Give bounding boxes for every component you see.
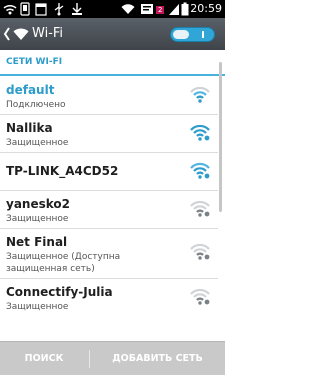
- network-status: Защищенное (Доступна: [6, 252, 121, 262]
- wifi-signal-secured-icon: [190, 124, 210, 141]
- network-status-line2: защищенная сеть): [6, 264, 95, 274]
- wifi-signal-secured-icon: [190, 162, 210, 179]
- toggle-on-indicator: [202, 31, 204, 38]
- notification-badge: 2: [156, 6, 165, 14]
- phone-icon: [20, 2, 30, 16]
- section-header: СЕТИ WI-FI: [0, 50, 225, 76]
- status-bar: 2 20:59: [0, 0, 225, 18]
- cellular-signal-icon: [169, 4, 179, 15]
- network-row-net-final[interactable]: Net Final Защищенное (Доступна защищенна…: [0, 228, 218, 279]
- network-status: Защищенное: [6, 302, 69, 312]
- battery-icon: [181, 2, 189, 16]
- network-name: Nallika: [6, 121, 53, 135]
- wifi-signal-secured-icon: [190, 200, 210, 217]
- network-row-nallika[interactable]: Nallika Защищенное: [0, 114, 218, 153]
- calendar-icon: [35, 3, 47, 16]
- wifi-settings-icon: [13, 28, 29, 40]
- download-icon: [72, 3, 82, 15]
- page-title: Wi-Fi: [32, 26, 64, 41]
- network-name: TP-LINK_A4CD52: [6, 164, 119, 178]
- network-row-tp-link[interactable]: TP-LINK_A4CD52: [0, 152, 218, 191]
- network-status: Подключено: [6, 100, 66, 110]
- back-chevron-icon[interactable]: [3, 26, 11, 42]
- add-network-button[interactable]: ДОБАВИТЬ СЕТЬ: [90, 342, 225, 375]
- network-status: Защищенное: [6, 138, 69, 148]
- message-icon: [141, 4, 153, 14]
- wifi-signal-secured-icon: [190, 243, 210, 260]
- search-button[interactable]: ПОИСК: [0, 342, 88, 375]
- network-name: Connectify-Julia: [6, 285, 113, 299]
- usb-icon: [54, 3, 64, 16]
- clock: 20:59: [190, 2, 222, 15]
- bottom-bar: ПОИСК ДОБАВИТЬ СЕТЬ: [0, 341, 225, 375]
- wifi-signal-secured-icon: [190, 288, 210, 305]
- section-title: СЕТИ WI-FI: [6, 57, 63, 67]
- network-name: yanesko2: [6, 197, 70, 211]
- wifi-icon: [121, 4, 135, 14]
- wifi-signal-icon: [3, 4, 17, 15]
- network-row-connectify-julia[interactable]: Connectify-Julia Защищенное: [0, 278, 218, 316]
- network-name: Net Final: [6, 235, 68, 249]
- scrollbar[interactable]: [219, 62, 222, 212]
- toggle-knob: [173, 30, 189, 39]
- network-row-default[interactable]: default Подключено: [0, 76, 218, 115]
- network-name: default: [6, 83, 55, 97]
- wifi-toggle[interactable]: [170, 27, 215, 42]
- network-status: Защищенное: [6, 214, 69, 224]
- action-bar: Wi-Fi: [0, 18, 225, 50]
- network-row-yanesko2[interactable]: yanesko2 Защищенное: [0, 190, 218, 229]
- wifi-signal-icon: [190, 86, 210, 103]
